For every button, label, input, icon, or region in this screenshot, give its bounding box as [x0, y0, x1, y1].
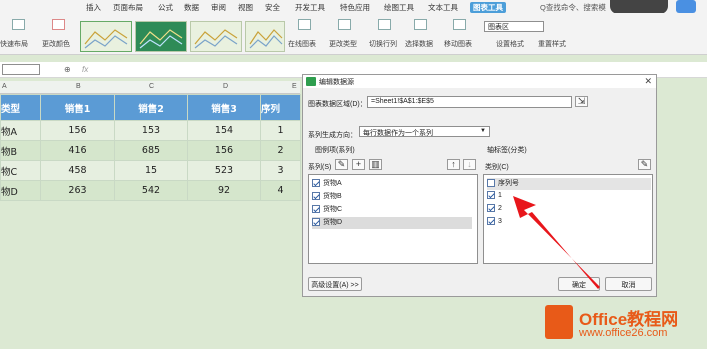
office-logo-icon [545, 305, 573, 339]
annotation-arrow [513, 196, 600, 289]
watermark: Office教程网 www.office26.com [543, 303, 703, 345]
watermark-url: www.office26.com [579, 327, 668, 339]
